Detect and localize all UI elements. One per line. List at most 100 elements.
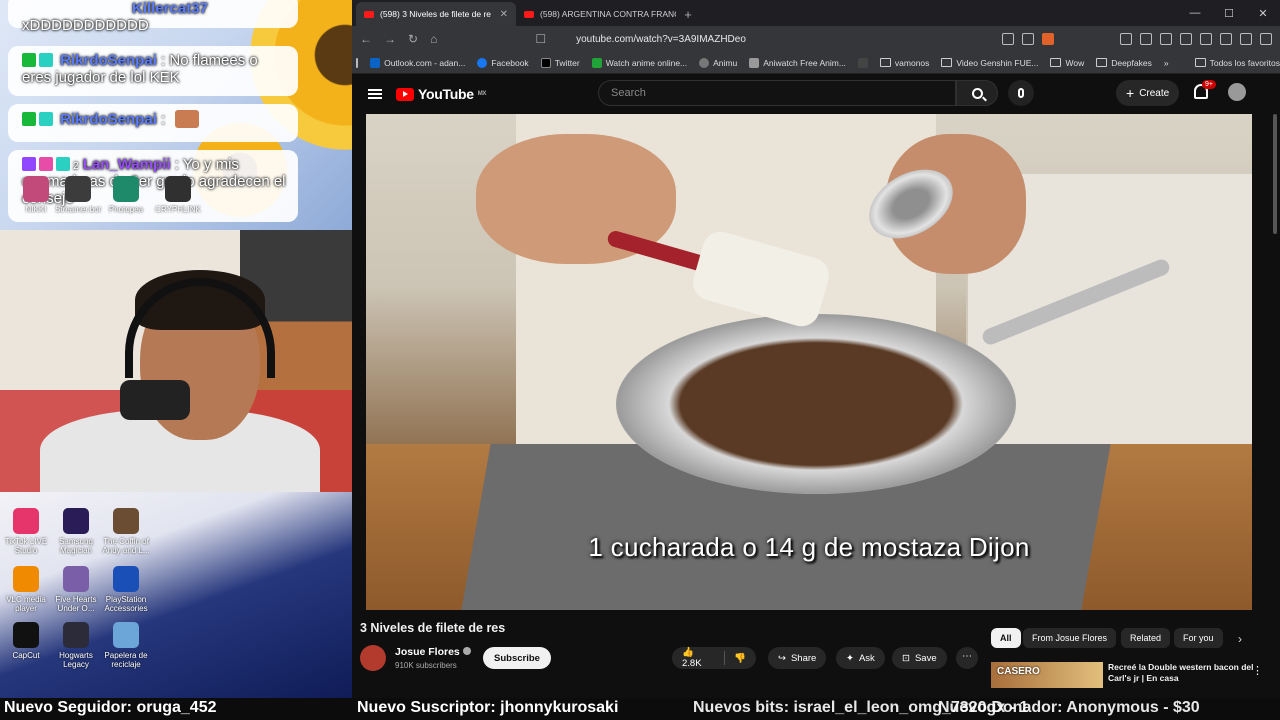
bookmark-folder-wow[interactable]: Wow <box>1050 58 1084 68</box>
recommended-menu-icon[interactable]: ⋮ <box>1252 664 1263 677</box>
close-window-icon[interactable]: ✕ <box>1246 7 1280 20</box>
anime-icon <box>591 57 602 68</box>
bookmark-label: Twitter <box>554 57 580 68</box>
bookmarks-bar: Outlook.com - adan... Facebook Twitter W… <box>352 52 1280 74</box>
app-icon <box>165 176 191 202</box>
desktop-icon-label: Papelera de reciclaje <box>104 651 148 669</box>
share-icon[interactable] <box>1022 33 1034 45</box>
voice-search-button[interactable] <box>1008 80 1034 106</box>
youtube-logo[interactable]: YouTube MX <box>396 86 486 102</box>
desktop-wallpaper: TikTok LIVE Studio Samsung Magician The … <box>0 492 352 698</box>
home-icon[interactable]: ⌂ <box>430 32 437 46</box>
video-player[interactable]: 1 cucharada o 14 g de mostaza Dijon <box>366 114 1252 610</box>
bookmark-icon[interactable]: ☐ <box>535 32 546 46</box>
stream-screen: Killercat37 xDDDDDDDDDDD RikrdoSenpai : … <box>0 0 1280 720</box>
bookmark-anime[interactable]: Watch anime online... <box>591 57 687 68</box>
menu-icon[interactable] <box>368 89 382 99</box>
music-icon[interactable] <box>1180 33 1192 45</box>
all-bookmarks-folder[interactable]: Todos los favoritos <box>1194 58 1280 68</box>
folder-icon <box>879 58 891 67</box>
chip-from-channel[interactable]: From Josue Flores <box>1023 628 1117 648</box>
reload-icon[interactable]: ↻ <box>408 32 418 46</box>
folder-icon <box>1050 58 1062 67</box>
moderator-badge-icon <box>22 53 36 67</box>
recommended-title[interactable]: Recreé la Double western bacon del Carl'… <box>1108 662 1258 684</box>
apps-icon[interactable] <box>356 57 359 68</box>
badge-count: 2 <box>73 161 79 172</box>
tab-argentina[interactable]: (598) ARGENTINA CONTRA FRANCIA <box>516 2 676 26</box>
scrollbar[interactable] <box>1273 114 1277 234</box>
sparkle-icon: ✦ <box>846 652 854 664</box>
brave-shield-icon[interactable] <box>1042 33 1054 45</box>
more-actions-button[interactable]: ⋯ <box>956 647 978 669</box>
outlook-icon <box>370 57 381 68</box>
desktop-icon[interactable]: Papelera de reciclaje <box>96 622 156 669</box>
download-icon[interactable] <box>1240 33 1252 45</box>
install-icon[interactable] <box>1002 33 1014 45</box>
bookmark-folder-genshin[interactable]: Video Genshin FUE... <box>941 58 1038 68</box>
app-icon <box>63 508 89 534</box>
desktop-icon[interactable]: Photopea <box>96 176 156 214</box>
url-field[interactable]: youtube.com/watch?v=3A9IMAZHDeo <box>576 34 746 45</box>
share-label: Share <box>790 652 817 664</box>
bookmark-twitter[interactable]: Twitter <box>540 57 580 68</box>
bookmark-outlook[interactable]: Outlook.com - adan... <box>370 57 466 68</box>
ask-label: Ask <box>858 652 875 664</box>
menu-icon[interactable] <box>1260 33 1272 45</box>
heart-badge-icon <box>39 157 53 171</box>
forward-icon[interactable]: → <box>384 32 396 46</box>
back-icon[interactable]: ← <box>360 32 372 46</box>
facebook-icon <box>477 57 488 68</box>
desktop-icon[interactable]: CRYPHLINK <box>148 176 208 214</box>
search-button[interactable] <box>956 80 998 106</box>
bookmark-unnamed[interactable] <box>857 57 868 68</box>
dislike-button[interactable]: 👎 <box>734 653 746 664</box>
bookmark-aniwatch[interactable]: Aniwatch Free Anim... <box>749 57 846 68</box>
bookmark-label: Outlook.com - adan... <box>384 57 466 68</box>
channel-avatar[interactable] <box>360 645 386 671</box>
ask-button[interactable]: ✦ Ask <box>836 647 885 669</box>
puzzle-icon[interactable] <box>1140 33 1152 45</box>
like-count: 2.8K <box>682 658 702 669</box>
search-icon <box>971 87 983 99</box>
recommended-thumbnail[interactable]: CASERO <box>991 662 1103 688</box>
maximize-icon[interactable]: ☐ <box>1212 7 1246 20</box>
bookmark-folder-vamonos[interactable]: vamonos <box>879 58 929 68</box>
minimize-icon[interactable]: — <box>1178 7 1212 19</box>
desktop-icon-label: Photopea <box>108 205 144 214</box>
search-input[interactable]: Search <box>598 80 956 106</box>
extension-icon[interactable] <box>1120 33 1132 45</box>
bookmark-label: Deepfakes <box>1111 57 1152 68</box>
create-button[interactable]: + Create <box>1116 80 1180 106</box>
tab-video[interactable]: (598) 3 Niveles de filete de re ✕ <box>356 2 516 26</box>
like-button[interactable]: 👍 2.8K <box>682 647 715 669</box>
subscribe-button[interactable]: Subscribe <box>483 647 551 669</box>
wallet-icon[interactable] <box>1200 33 1212 45</box>
chevron-right-icon[interactable]: › <box>1238 632 1242 646</box>
chip-related[interactable]: Related <box>1121 628 1171 648</box>
desktop-icon[interactable]: The Coffin of Andy and L... <box>96 508 156 555</box>
folder-icon <box>941 58 953 67</box>
bookmarks-overflow-button[interactable]: » <box>1164 58 1169 68</box>
bookmark-animu[interactable]: Animu <box>699 57 737 68</box>
tab-label: (598) 3 Niveles de filete de re <box>380 9 492 19</box>
share-button[interactable]: ↪ Share <box>768 647 827 669</box>
mic-icon <box>1018 88 1024 98</box>
desktop-icon[interactable]: PlayStation Accessories <box>96 566 156 613</box>
sidebar-icon[interactable] <box>1160 33 1172 45</box>
chat-username: Lan_Wampii <box>82 156 171 173</box>
capcut-icon <box>13 622 39 648</box>
chip-all[interactable]: All <box>991 628 1021 648</box>
close-tab-icon[interactable]: ✕ <box>500 9 508 20</box>
new-tab-button[interactable]: + <box>676 2 700 26</box>
save-button[interactable]: ⊡ Save <box>892 647 947 669</box>
vpn-icon[interactable] <box>1220 33 1232 45</box>
globe-icon <box>699 57 710 68</box>
channel-name[interactable]: Josue Flores <box>395 646 471 658</box>
chip-for-you[interactable]: For you <box>1174 628 1223 648</box>
bookmark-folder-deepfakes[interactable]: Deepfakes <box>1096 58 1152 68</box>
bookmark-facebook[interactable]: Facebook <box>477 57 529 68</box>
account-avatar[interactable] <box>1228 83 1246 101</box>
desktop-icon-label: CRYPHLINK <box>155 205 201 214</box>
